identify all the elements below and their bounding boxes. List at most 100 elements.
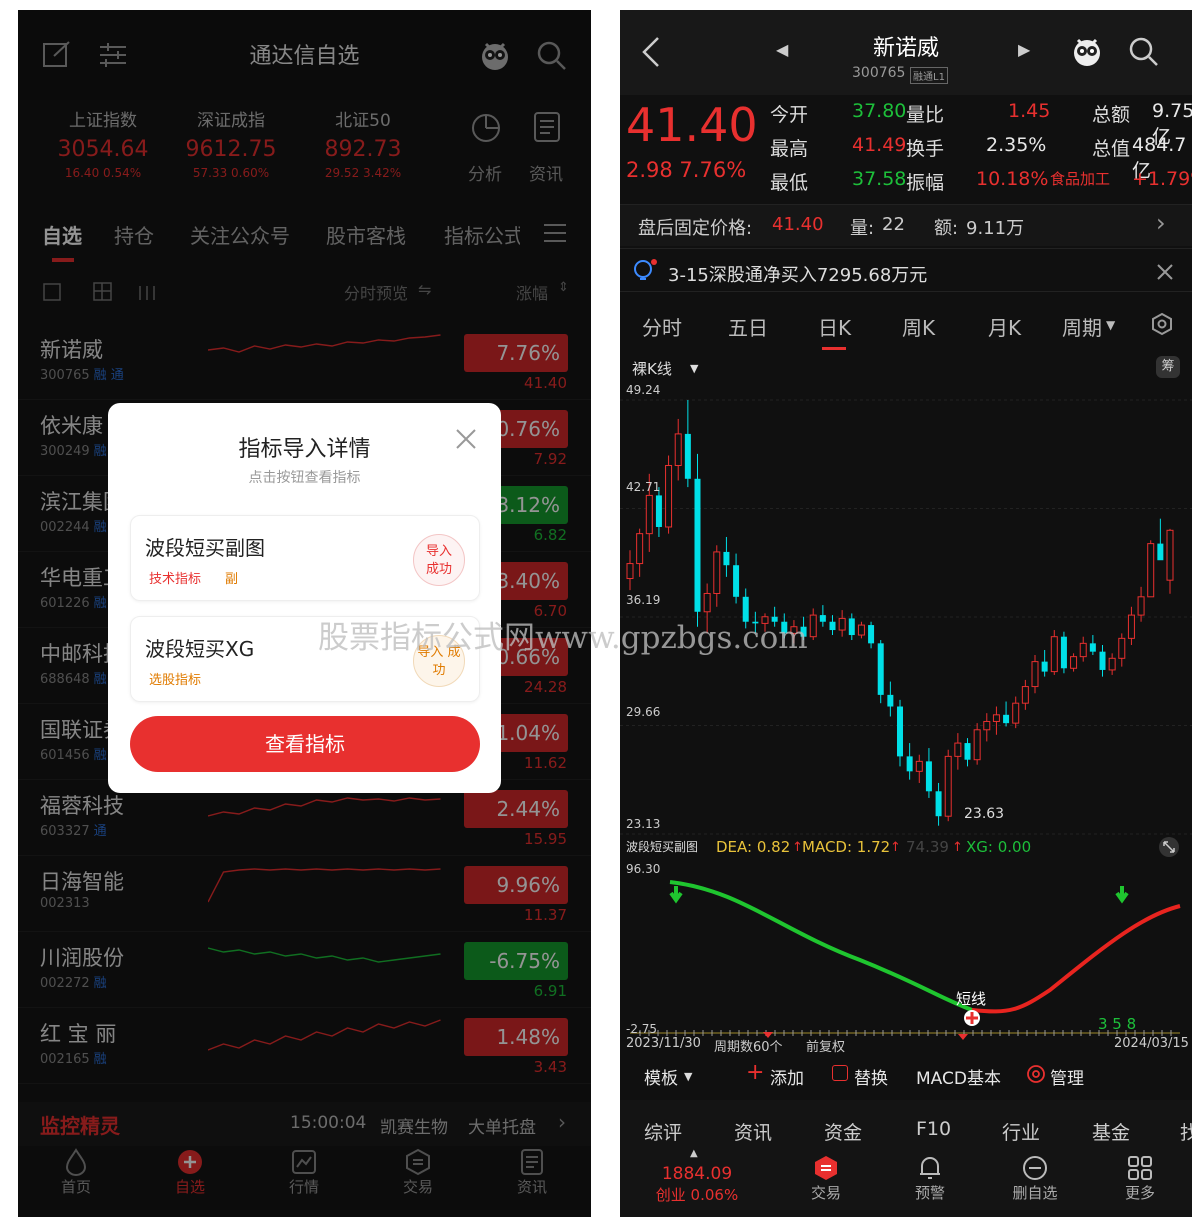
candle (887, 681, 894, 717)
short-line-annotation: 短线 (956, 990, 987, 1008)
expand-icon[interactable] (1158, 836, 1180, 858)
dialog-subtitle: 点击按钮查看指标 (248, 470, 361, 486)
nav-trade[interactable]: 交易 (798, 1154, 854, 1203)
nav-remove-watchlist[interactable]: 删自选 (998, 1154, 1072, 1203)
close-icon[interactable] (454, 427, 478, 451)
candle (684, 400, 691, 488)
close-icon[interactable] (1156, 263, 1174, 281)
candle (829, 615, 836, 636)
down-arrow-icon (1115, 886, 1129, 904)
nav-alert[interactable]: 预警 (902, 1154, 958, 1203)
candle (983, 713, 991, 742)
adjust-mode[interactable]: 前复权 (806, 1036, 845, 1055)
candle (857, 621, 865, 639)
chip-button[interactable]: 筹 (1156, 356, 1180, 378)
candle (1060, 631, 1067, 674)
view-indicator-button[interactable]: 查看指标 (130, 716, 480, 772)
candle (964, 738, 971, 767)
tab-weekly-k[interactable]: 周K (902, 312, 935, 341)
search-icon[interactable] (1128, 36, 1160, 68)
manage-button[interactable]: 管理 (1050, 1064, 1084, 1089)
add-button[interactable]: 添加 (770, 1064, 804, 1089)
notice-bar[interactable]: 3-15深股通净买入7295.68万元 (620, 248, 1192, 292)
candle (906, 743, 913, 780)
indicator-other: 74.39 (906, 838, 949, 856)
candle (877, 640, 884, 704)
stat-value: 37.80 (852, 100, 907, 122)
low-price-mark: 23.63 (964, 806, 1005, 822)
tab-more[interactable]: 找 (1180, 1118, 1192, 1145)
dropdown-icon: ▼ (690, 362, 699, 375)
macd-basic-button[interactable]: MACD基本 (916, 1064, 1001, 1089)
indicator-name[interactable]: 波段短买副图 (626, 838, 698, 855)
add-icon: + (746, 1060, 765, 1085)
stat-label: 振幅 (906, 172, 945, 194)
price-tick-label: 42.71 (626, 480, 661, 494)
candle (1089, 635, 1096, 655)
indicator-chart[interactable] (620, 860, 1192, 1040)
candle (809, 608, 817, 641)
tab-intraday[interactable]: 分时 (642, 312, 682, 341)
stock-header: ◀ 新诺威 300765 融通L1 ▶ (620, 10, 1192, 95)
stat-label: 换手 (906, 138, 945, 160)
stat-label: 今开 (770, 104, 809, 126)
tab-summary[interactable]: 综评 (644, 1118, 682, 1145)
tab-industry[interactable]: 行业 (1002, 1118, 1040, 1145)
settings-icon[interactable] (1150, 312, 1174, 336)
stat-label: 总值 (1092, 138, 1131, 160)
tab-f10[interactable]: F10 (916, 1118, 951, 1140)
candle (1166, 528, 1174, 594)
mascot-icon[interactable] (1070, 34, 1104, 68)
tab-fund[interactable]: 基金 (1092, 1118, 1130, 1145)
tab-period[interactable]: 周期 (1062, 312, 1102, 341)
indicator-xg: XG: 0.00 (966, 838, 1032, 856)
index-quote[interactable]: 1884.09 创业 0.06% (642, 1154, 752, 1205)
tab-funds[interactable]: 资金 (824, 1118, 862, 1145)
buy-marker (958, 1034, 968, 1040)
dialog-title: 指标导入详情 (238, 437, 371, 462)
template-button[interactable]: 模板 (644, 1064, 678, 1089)
price-tick-label: 23.13 (626, 817, 661, 831)
stat-value: 10.18% (976, 168, 1049, 190)
date-start: 2023/11/30 (626, 1036, 701, 1051)
lightbulb-icon (634, 259, 657, 280)
minus-circle-icon (1023, 1156, 1047, 1180)
bell-icon (920, 1157, 940, 1179)
stat-value: 1.45 (1008, 100, 1051, 122)
candle (1108, 653, 1116, 675)
green-wave-line (669, 880, 973, 1012)
after-hours-bar[interactable]: 盘后固定价格: 41.40 量: 22 额: 9.11万 › (620, 204, 1192, 246)
tab-underline (822, 347, 846, 350)
stat-value: 2.35% (986, 134, 1047, 156)
price-tick-label: 29.66 (626, 705, 661, 719)
candle (674, 418, 682, 481)
tab-news[interactable]: 资讯 (734, 1118, 772, 1145)
tab-monthly-k[interactable]: 月K (988, 312, 1021, 341)
candle (1021, 679, 1029, 710)
indicator-card-sub[interactable]: 波段短买副图 技术指标 副 导入 成功 (130, 515, 480, 601)
tab-daily-k[interactable]: 日K (818, 312, 851, 341)
dropdown-icon: ▼ (684, 1070, 693, 1083)
watermark: 股票指标公式网www.gpzbgs.com (318, 620, 808, 656)
candle (655, 487, 662, 537)
candle (1118, 633, 1126, 667)
tab-five-day[interactable]: 五日 (728, 312, 768, 341)
stat-value: +1.79% (1132, 168, 1192, 190)
up-arrow-icon: ↑ (890, 840, 901, 855)
candle (1031, 654, 1039, 694)
down-arrow-icon (669, 886, 683, 904)
next-stock-icon[interactable]: ▶ (1018, 40, 1030, 59)
price-change: 2.98 7.76% (626, 158, 747, 182)
candle (1050, 630, 1058, 675)
price-tick-label: 36.19 (626, 593, 661, 607)
replace-button[interactable]: 替换 (854, 1064, 888, 1089)
nav-more[interactable]: 更多 (1112, 1154, 1168, 1203)
candle (1012, 696, 1020, 729)
indicator-bottom-tick: -2.75 (626, 1022, 658, 1036)
chart-style-selector[interactable]: 裸K线 (632, 358, 672, 379)
candle (944, 749, 952, 822)
candle (838, 610, 846, 637)
candle (636, 528, 644, 577)
import-dialog: 指标导入详情 点击按钮查看指标 波段短买副图 技术指标 副 导入 成功 波段短买… (108, 403, 501, 793)
stat-label: 最高 (770, 138, 809, 160)
